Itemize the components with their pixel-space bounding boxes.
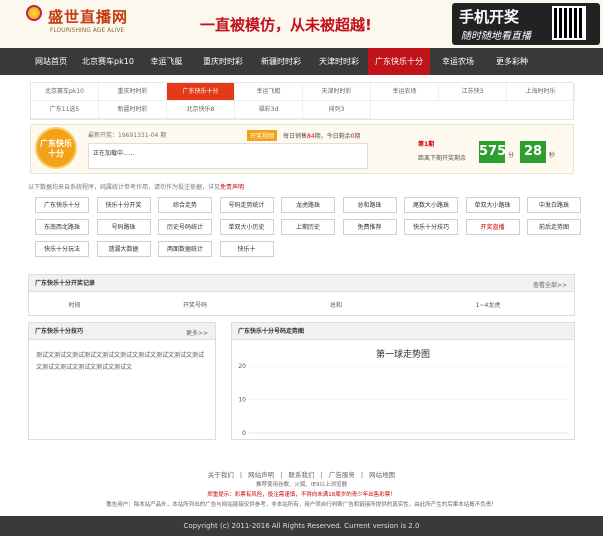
tool-button[interactable]: 上期历史 (281, 219, 335, 235)
logo-text[interactable]: 盛世直播网 (48, 6, 128, 27)
chart-title: 第一球走势图 (376, 348, 430, 360)
disclaimer-tip: 以下数据均来自系统程序，纯属统计参考作用，请勿作为投注依据，详见免责声明 (28, 182, 244, 191)
tool-button[interactable]: 快乐十 (219, 241, 274, 257)
daily-sales-mid: 期，今日剩余 (314, 133, 351, 140)
countdown-seconds-unit: 秒 (549, 152, 556, 159)
nav-item-7[interactable]: 幸运农场 (430, 48, 486, 75)
subnav-item[interactable]: 天津时时彩 (303, 83, 371, 101)
records-col-header: 总和 (329, 302, 342, 309)
subnav-item[interactable]: 江苏快3 (439, 83, 507, 101)
copyright: Copyright (c) 2011-2016 All Rights Reser… (0, 516, 603, 536)
tool-button[interactable]: 快乐十分玩法 (35, 241, 89, 257)
subnav-item[interactable]: 北京快乐8 (167, 101, 235, 119)
chart-ytick-label: 10 (238, 397, 246, 404)
subnav-item[interactable]: 广东快乐十分 (167, 83, 235, 101)
nav-item-8[interactable]: 更多彩种 (486, 48, 538, 75)
user-notice: 敬告用户：除本站产品外，本站所列出的广告与网站链接仅供参考，非本站所有，用户须自… (106, 502, 497, 508)
draw-result-panel: 正在加载中...... (88, 143, 368, 169)
main-nav: 网站首页 北京赛车pk10 幸运飞艇 重庆时时彩 新疆时时彩 天津时时彩 广东快乐十分 幸运农… (0, 48, 603, 75)
nav-item-2[interactable]: 幸运飞艇 (139, 48, 194, 75)
nav-item-6[interactable]: 广东快乐十分 (368, 48, 430, 75)
disclaimer-link[interactable]: 免责声明 (220, 184, 244, 191)
subnav-item[interactable]: 重庆时时彩 (99, 83, 167, 101)
tool-button[interactable]: 遗漏大数据 (96, 241, 151, 257)
footer-link[interactable]: 关于我们 (208, 471, 234, 479)
tool-button[interactable]: 开奖直播 (465, 219, 520, 235)
logo-subtitle: FLOURISHING AGE ALIVE (50, 27, 125, 34)
footer-separator: | (278, 471, 285, 479)
browser-note: 推荐使用谷歌、火狐、IE9以上浏览器 (255, 482, 348, 488)
records-col-header: 1~4龙虎 (475, 302, 501, 309)
subnav-item[interactable]: 新疆时时彩 (99, 101, 167, 119)
footer-separator: | (237, 471, 245, 479)
logo-emblem-icon[interactable] (26, 5, 42, 21)
nav-item-1[interactable]: 北京赛车pk10 (77, 48, 139, 75)
chart-ytick-label: 0 (242, 430, 246, 437)
tool-button[interactable]: 号码走势统计 (219, 197, 274, 213)
records-col-header: 开奖号码 (182, 302, 207, 309)
mobile-banner-title: 手机开奖 (459, 8, 520, 26)
subnav-item[interactable]: 上海时时乐 (507, 83, 575, 101)
footer-separator: | (318, 471, 325, 479)
next-draw-label: 距离下期开奖剩余 (418, 155, 467, 162)
subnav-item[interactable]: 排列3 (303, 101, 371, 119)
tool-button[interactable]: 历史号码统计 (158, 219, 212, 235)
footer-separator: | (358, 471, 366, 479)
records-col-header: 时间 (68, 302, 81, 309)
tool-button[interactable]: 综合走势 (158, 197, 212, 213)
tool-button[interactable]: 东南西北路珠 (35, 219, 89, 235)
countdown-minutes: 575 (479, 141, 506, 163)
records-title: 广东快乐十分开奖记录 (29, 275, 574, 292)
tips-article-link[interactable]: 测试文测试文测试测试文测试文测试文测试文测试文测试文测试文测试文测试文测试文测试… (36, 350, 206, 374)
slogan: 一直被模仿，从未被超越! (200, 16, 372, 34)
lottery-subnav: 北京赛车pk10 重庆时时彩 广东快乐十分 幸运飞艇 天津时时彩 幸运农场 江苏快3 上海时时… (30, 82, 575, 120)
tool-button[interactable]: 快乐十分技巧 (404, 219, 458, 235)
subnav-item[interactable]: 幸运飞艇 (235, 83, 303, 101)
trend-title: 广东快乐十分号码走势图 (232, 323, 574, 340)
daily-sales-post: 期 (354, 133, 361, 140)
nav-item-5[interactable]: 天津时时彩 (310, 48, 368, 75)
tool-button[interactable]: 号码路珠 (96, 219, 151, 235)
footer-link[interactable]: 联系我们 (289, 471, 315, 479)
trend-chart: 第一球走势图 20 10 0 (238, 348, 568, 437)
chart-ytick-label: 20 (238, 363, 246, 370)
nav-item-4[interactable]: 新疆时时彩 (252, 48, 310, 75)
countdown-minutes-unit: 分 (508, 152, 515, 159)
footer-links: 关于我们 | 网站声明 | 联系我们 | 广告服务 | 网站地图 (0, 469, 603, 479)
subnav-item[interactable]: 广东11选5 (31, 101, 99, 119)
daily-sales-pre: 每日销售 (283, 133, 308, 140)
tool-button[interactable]: 总和路珠 (342, 197, 397, 213)
tool-button[interactable]: 单双大小历史 (219, 219, 274, 235)
nav-item-0[interactable]: 网站首页 (25, 48, 77, 75)
tool-button[interactable]: 快乐十分开奖 (96, 197, 151, 213)
daily-sales-note: 每日销售84期，今日剩余0期 (283, 131, 361, 140)
disclaimer-text: 以下数据均来自系统程序，纯属统计参考作用，请勿作为投注依据，详见 (28, 184, 221, 191)
daily-sales-count: 84 (307, 133, 315, 140)
subnav-item[interactable]: 幸运农场 (371, 83, 439, 101)
tool-button[interactable]: 单双大小路珠 (465, 197, 520, 213)
footer-link[interactable]: 广告服务 (329, 471, 355, 479)
risk-warning: 郑重提示：彩票有风险，投注需谨慎，不得向未满18周岁的青少年出售彩票！ (207, 492, 396, 498)
mobile-banner-subtitle: 随时随地看直播 (461, 31, 531, 42)
tool-button[interactable]: 尾数大小路珠 (404, 197, 458, 213)
subnav-item[interactable]: 福彩3d (235, 101, 303, 119)
draw-video-button[interactable]: 开奖视频 (247, 130, 278, 141)
records-more-link[interactable]: 查看全部>> (533, 280, 567, 289)
latest-issue: 最新开奖：19691331-04 期 (88, 132, 167, 139)
tool-button[interactable]: 广东快乐十分 (35, 197, 89, 213)
tool-button[interactable]: 龙虎路珠 (281, 197, 335, 213)
next-issue: 第1期 (418, 141, 435, 148)
tool-button[interactable]: 前后走势图 (527, 219, 581, 235)
tool-button[interactable]: 两面数据统计 (158, 241, 212, 257)
tool-button[interactable]: 中发白路珠 (527, 197, 581, 213)
subnav-item[interactable]: 北京赛车pk10 (31, 83, 99, 101)
qr-code-icon (552, 6, 586, 40)
lottery-badge: 广东快乐十分 (35, 127, 77, 169)
countdown-seconds: 28 (520, 141, 546, 163)
footer-link[interactable]: 网站声明 (248, 471, 274, 479)
tips-more-link[interactable]: 更多>> (186, 328, 208, 337)
nav-item-3[interactable]: 重庆时时彩 (194, 48, 252, 75)
footer-link[interactable]: 网站地图 (369, 471, 395, 479)
tool-button[interactable]: 免费推荐 (342, 219, 397, 235)
